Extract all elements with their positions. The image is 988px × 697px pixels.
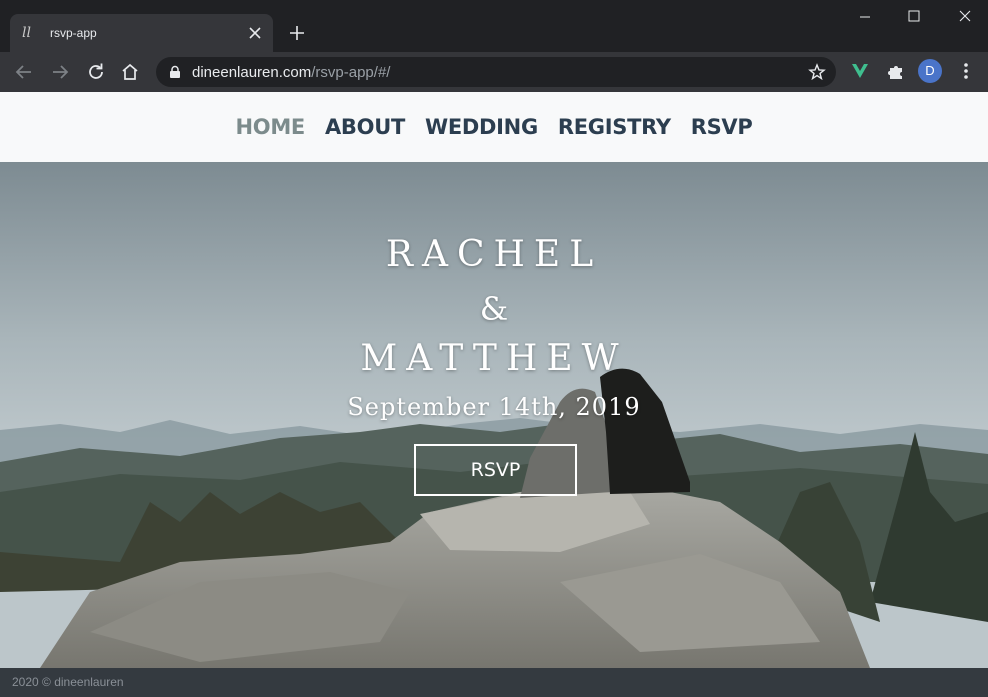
nav-link-about[interactable]: ABOUT [325,115,405,139]
home-icon[interactable] [118,60,142,84]
couple-name-one: RACHEL [385,234,603,275]
maximize-icon[interactable] [891,0,937,32]
browser-tab[interactable]: ll rsvp-app [10,14,273,52]
footer-copyright: 2020 © dineenlauren [12,675,124,689]
new-tab-icon[interactable] [286,22,308,44]
back-arrow-icon[interactable] [12,60,36,84]
close-tab-icon[interactable] [245,23,265,43]
profile-avatar[interactable]: D [918,59,942,83]
wedding-date: September 14th, 2019 [347,393,641,421]
bookmark-star-icon[interactable] [808,63,826,81]
lock-icon [170,65,180,78]
couple-name-two: MATTHEW [360,338,628,379]
browser-titlebar: ll rsvp-app [0,0,988,52]
site-navigation: HOME ABOUT WEDDING REGISTRY RSVP [0,92,988,162]
address-bar[interactable]: dineenlauren.com/rsvp-app/#/ [156,57,836,87]
nav-link-home[interactable]: HOME [236,115,306,139]
ampersand: & [479,290,509,328]
hero-section: RACHEL & MATTHEW September 14th, 2019 RS… [0,162,988,668]
web-page: HOME ABOUT WEDDING REGISTRY RSVP RACHEL … [0,92,988,697]
tab-title: rsvp-app [50,26,97,40]
url-host: dineenlauren.com [192,64,312,81]
nav-link-registry[interactable]: REGISTRY [558,115,671,139]
minimize-icon[interactable] [842,0,888,32]
nav-link-rsvp[interactable]: RSVP [691,115,753,139]
reload-icon[interactable] [84,60,108,84]
vue-devtools-extension-icon[interactable] [849,60,871,82]
forward-arrow-icon[interactable] [48,60,72,84]
site-footer: 2020 © dineenlauren [0,668,988,697]
url-path: /rsvp-app/#/ [311,64,391,81]
browser-menu-icon[interactable] [955,60,977,82]
site-favicon-icon: ll [22,25,31,41]
url-text: dineenlauren.com/rsvp-app/#/ [192,64,390,81]
nav-link-wedding[interactable]: WEDDING [425,115,538,139]
extensions-puzzle-icon[interactable] [885,60,907,82]
rsvp-button[interactable]: RSVP [414,444,577,496]
close-window-icon[interactable] [942,0,988,32]
browser-toolbar: dineenlauren.com/rsvp-app/#/ [0,52,988,92]
